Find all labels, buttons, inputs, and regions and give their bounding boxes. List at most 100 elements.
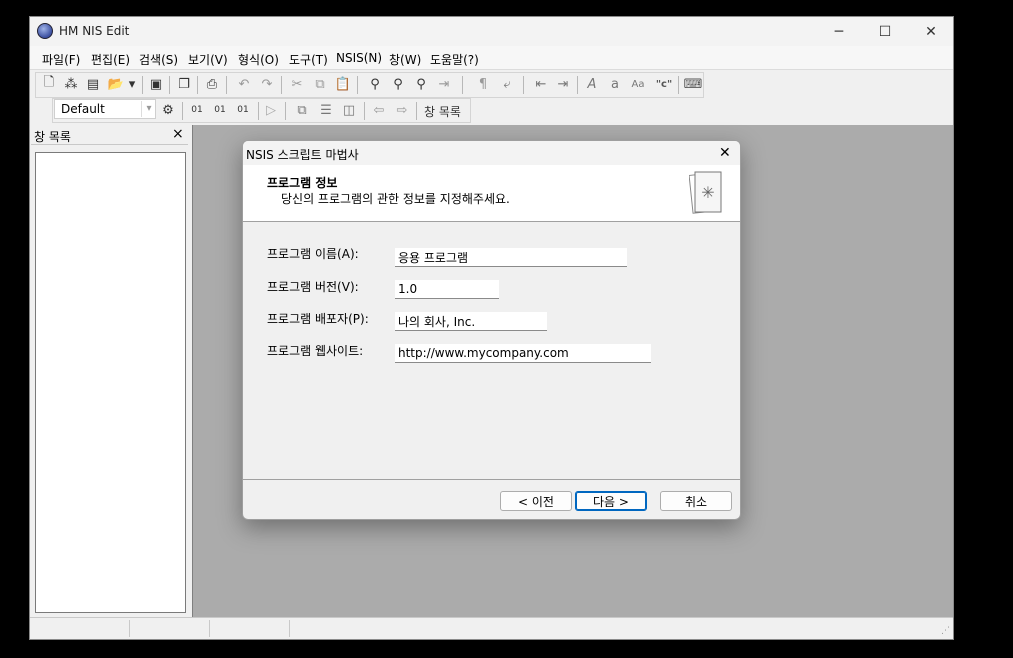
status-bar: ⋰: [30, 617, 953, 639]
dialog-title-bar[interactable]: NSIS 스크립트 마법사 ✕: [243, 141, 740, 165]
panel-title: 창 목록: [34, 130, 71, 144]
template-icon[interactable]: ▤: [85, 76, 101, 92]
window-list-toolbar-button[interactable]: 창 목록: [424, 103, 461, 120]
save-all-icon[interactable]: ❐: [176, 76, 192, 92]
previous-window-icon[interactable]: ⇦: [371, 102, 387, 118]
lowercase-icon[interactable]: a: [607, 76, 623, 92]
app-name-label: 프로그램 이름(A):: [267, 247, 359, 261]
next-button[interactable]: 다음 >: [575, 491, 647, 511]
installer-document-icon: ✳: [688, 168, 723, 216]
undo-icon[interactable]: ↶: [236, 76, 252, 92]
toolbar-separator: [364, 102, 365, 120]
toolbar-separator: [142, 76, 143, 94]
dialog-header: 프로그램 정보 당신의 프로그램의 관한 정보를 지정해주세요. ✳: [243, 165, 740, 222]
app-website-label: 프로그램 웹사이트:: [267, 344, 364, 358]
header-subtitle: 당신의 프로그램의 관한 정보를 지정해주세요.: [281, 192, 510, 206]
tile-vertical-icon[interactable]: ◫: [341, 102, 357, 118]
config-select-value: Default: [61, 102, 105, 116]
word-wrap-icon[interactable]: ⤶: [499, 76, 515, 92]
dialog-separator: [243, 479, 740, 480]
status-cell-1: [30, 620, 130, 637]
dialog-title: NSIS 스크립트 마법사: [246, 148, 359, 162]
app-website-input[interactable]: [395, 344, 651, 363]
menu-format[interactable]: 형식(O): [238, 51, 279, 68]
wizard-wand-icon[interactable]: ⁂: [63, 76, 79, 92]
config-select[interactable]: Default ▾: [54, 99, 156, 119]
menu-help[interactable]: 도움말(?): [430, 51, 479, 68]
goto-line-icon[interactable]: ⇥: [436, 76, 452, 92]
app-publisher-input[interactable]: [395, 312, 547, 331]
save-icon[interactable]: ▣: [148, 76, 164, 92]
resize-grip-icon[interactable]: ⋰: [941, 626, 950, 636]
cancel-button[interactable]: 취소: [660, 491, 732, 511]
title-bar[interactable]: HM NIS Edit ─ ☐ ✕: [30, 17, 953, 46]
toolbar-separator: [416, 102, 417, 120]
compile-settings-icon[interactable]: ⚙: [160, 102, 176, 118]
dialog-close-icon[interactable]: ✕: [719, 145, 731, 161]
main-toolbar: 🗋 ⁂ ▤ 📂 ▾ ▣ ❐ ⎙ ↶ ↷ ✂ ⧉ 📋 ⚲ ⚲ ⚲ ⇥ ¶ ⤶ ⇤ …: [35, 72, 704, 98]
compile-all-icon[interactable]: 01: [235, 102, 251, 118]
toolbar-separator: [462, 76, 463, 94]
tile-horizontal-icon[interactable]: ☰: [318, 102, 334, 118]
toolbar-separator: [678, 76, 679, 94]
find-next-icon[interactable]: ⚲: [390, 76, 406, 92]
status-cell-3: [209, 620, 290, 637]
app-publisher-label: 프로그램 배포자(P):: [267, 312, 369, 326]
open-dropdown-arrow-icon[interactable]: ▾: [127, 76, 137, 92]
minimize-button[interactable]: ─: [816, 17, 862, 46]
toolbar-separator: [285, 102, 286, 120]
maximize-button[interactable]: ☐: [862, 17, 908, 46]
open-folder-icon[interactable]: 📂: [108, 76, 124, 92]
find-binoculars-icon[interactable]: ⚲: [367, 76, 383, 92]
menu-bar: 파일(F) 편집(E) 검색(S) 보기(V) 형식(O) 도구(T) NSIS…: [30, 46, 953, 70]
toggle-case-icon[interactable]: Aa: [630, 76, 646, 92]
run-icon[interactable]: ▷: [263, 102, 279, 118]
toolbar-separator: [281, 76, 282, 94]
toolbar-separator: [182, 102, 183, 120]
new-file-icon[interactable]: 🗋: [41, 75, 57, 92]
indent-icon[interactable]: ⇤: [533, 76, 549, 92]
window-list-box[interactable]: [35, 152, 186, 613]
back-button[interactable]: < 이전: [500, 491, 572, 511]
toolbar-separator: [523, 76, 524, 94]
app-name-input[interactable]: [395, 248, 627, 267]
menu-search[interactable]: 검색(S): [139, 51, 178, 68]
insert-code-icon[interactable]: ⌨: [684, 76, 703, 92]
show-whitespace-icon[interactable]: ¶: [475, 76, 491, 92]
next-window-icon[interactable]: ⇨: [394, 102, 410, 118]
redo-icon[interactable]: ↷: [259, 76, 275, 92]
cut-icon[interactable]: ✂: [289, 76, 305, 92]
toolbar-separator: [197, 76, 198, 94]
compile-run-icon[interactable]: 01: [212, 102, 228, 118]
wizard-dialog: NSIS 스크립트 마법사 ✕ 프로그램 정보 당신의 프로그램의 관한 정보를…: [242, 140, 741, 520]
toolbar-separator: [226, 76, 227, 94]
status-cell-2: [129, 620, 210, 637]
toolbar-separator: [169, 76, 170, 94]
window-title: HM NIS Edit: [59, 24, 130, 38]
replace-icon[interactable]: ⚲: [413, 76, 429, 92]
menu-edit[interactable]: 편집(E): [91, 51, 130, 68]
outdent-icon[interactable]: ⇥: [555, 76, 571, 92]
menu-tools[interactable]: 도구(T): [289, 51, 328, 68]
panel-header: 창 목록 ×: [31, 125, 188, 145]
chevron-down-icon[interactable]: ▾: [141, 101, 156, 117]
paste-icon[interactable]: 📋: [335, 76, 351, 92]
panel-close-icon[interactable]: ×: [172, 126, 184, 142]
cascade-windows-icon[interactable]: ⧉: [294, 102, 310, 118]
print-icon[interactable]: ⎙: [204, 76, 220, 92]
toolbar-separator: [357, 76, 358, 94]
uppercase-icon[interactable]: A: [584, 76, 600, 92]
app-globe-icon: [37, 23, 53, 39]
copy-icon[interactable]: ⧉: [312, 76, 328, 92]
quote-string-icon[interactable]: "c": [654, 76, 674, 92]
toolbar-separator: [258, 102, 259, 120]
compile-icon[interactable]: 01: [189, 102, 205, 118]
app-version-input[interactable]: [395, 280, 499, 299]
menu-file[interactable]: 파일(F): [42, 51, 80, 68]
menu-view[interactable]: 보기(V): [188, 51, 228, 68]
toolbar-separator: [577, 76, 578, 94]
close-button[interactable]: ✕: [908, 17, 953, 46]
menu-window[interactable]: 창(W): [389, 51, 421, 68]
menu-nsis[interactable]: NSIS(N): [336, 51, 382, 65]
svg-text:✳: ✳: [701, 183, 714, 202]
